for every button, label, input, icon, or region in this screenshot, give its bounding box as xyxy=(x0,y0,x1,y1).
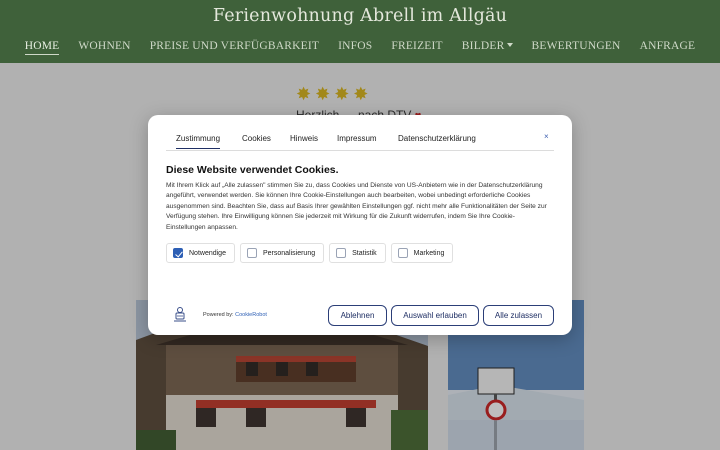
option-notwendige[interactable]: Notwendige xyxy=(166,243,235,263)
option-personalisierung[interactable]: Personalisierung xyxy=(239,243,325,263)
powered-by: Powered by: CookieRobot xyxy=(203,312,267,318)
site-title[interactable]: Ferienwohnung Abrell im Allgäu xyxy=(0,6,720,26)
tab-datenschutzerklaerung[interactable]: Datenschutzerklärung xyxy=(398,134,476,143)
option-marketing-label: Marketing xyxy=(413,249,445,257)
nav-item-wohnen[interactable]: WOHNEN xyxy=(78,40,130,55)
cookie-tabs: Zustimmung Cookies Hinweis Impressum Dat… xyxy=(166,129,554,151)
powered-by-label: Powered by: xyxy=(203,312,234,318)
main-nav: HOME WOHNEN PREISE UND VERFÜGBARKEIT INF… xyxy=(0,40,720,55)
site-header: Ferienwohnung Abrell im Allgäu HOME WOHN… xyxy=(0,0,720,63)
caret-down-icon xyxy=(506,43,513,48)
close-icon[interactable]: × xyxy=(544,132,549,141)
nav-item-bewertungen[interactable]: BEWERTUNGEN xyxy=(532,40,621,55)
deny-button[interactable]: Ablehnen xyxy=(328,305,387,326)
cookie-dialog-heading: Diese Website verwendet Cookies. xyxy=(166,164,339,176)
option-personalisierung-label: Personalisierung xyxy=(262,249,316,257)
cookie-dialog-text: Mit Ihrem Klick auf „Alle zulassen" stim… xyxy=(166,182,547,231)
option-notwendige-label: Notwendige xyxy=(189,249,226,257)
cookie-consent-dialog: Zustimmung Cookies Hinweis Impressum Dat… xyxy=(148,115,572,335)
cookie-options: Notwendige Personalisierung Statistik Ma… xyxy=(166,243,454,263)
cookierobot-logo-icon xyxy=(172,306,188,324)
checkbox-personalisierung[interactable] xyxy=(246,248,257,258)
nav-item-preise[interactable]: PREISE UND VERFÜGBARKEIT xyxy=(150,40,319,55)
allow-selection-button[interactable]: Auswahl erlauben xyxy=(391,305,479,326)
option-marketing[interactable]: Marketing xyxy=(390,243,454,263)
checkbox-marketing[interactable] xyxy=(397,248,408,258)
tab-zustimmung[interactable]: Zustimmung xyxy=(176,134,221,149)
nav-item-bilder-label: BILDER xyxy=(461,40,505,52)
option-statistik[interactable]: Statistik xyxy=(329,243,386,263)
option-statistik-label: Statistik xyxy=(352,249,377,257)
checkbox-statistik[interactable] xyxy=(336,248,347,258)
tab-hinweis[interactable]: Hinweis xyxy=(290,134,318,143)
nav-item-bilder[interactable]: BILDER xyxy=(462,40,513,55)
checkbox-notwendige[interactable] xyxy=(173,248,183,258)
cookierobot-link[interactable]: CookieRobot xyxy=(235,312,267,318)
tab-impressum[interactable]: Impressum xyxy=(337,134,377,143)
allow-all-button[interactable]: Alle zulassen xyxy=(483,305,554,326)
nav-item-freizeit[interactable]: FREIZEIT xyxy=(391,40,442,55)
nav-item-infos[interactable]: INFOS xyxy=(338,40,372,55)
nav-item-anfrage[interactable]: ANFRAGE xyxy=(640,40,696,55)
nav-item-home[interactable]: HOME xyxy=(24,40,60,55)
tab-cookies[interactable]: Cookies xyxy=(242,134,271,143)
